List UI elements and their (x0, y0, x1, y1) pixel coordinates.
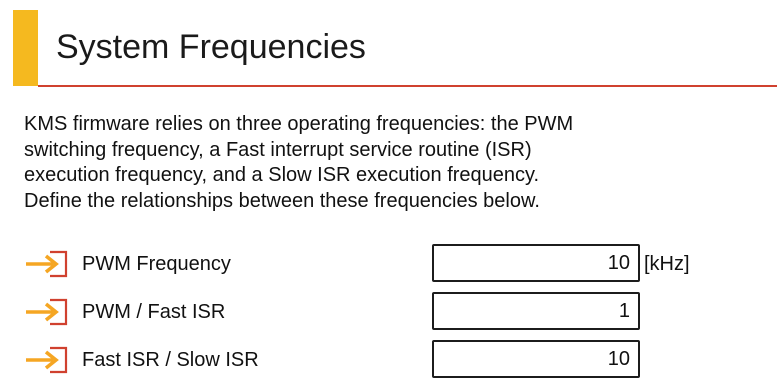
description-line: execution frequency, and a Slow ISR exec… (24, 164, 540, 186)
section-header: System Frequencies (0, 0, 777, 87)
pwm-frequency-input[interactable] (432, 244, 640, 282)
description-line: KMS firmware relies on three operating f… (24, 113, 574, 135)
page-title: System Frequencies (56, 28, 366, 66)
param-row-fast-slow-isr: Fast ISR / Slow ISR (0, 340, 777, 380)
description-text: KMS firmware relies on three operating f… (24, 112, 764, 214)
param-row-pwm-fast-isr: PWM / Fast ISR (0, 292, 777, 332)
param-row-pwm-frequency: PWM Frequency [kHz] (0, 244, 777, 284)
input-arrow-icon (26, 246, 76, 282)
description-line: Define the relationships between these f… (24, 189, 540, 212)
header-divider (38, 85, 777, 87)
description-line: switching frequency, a Fast interrupt se… (24, 138, 532, 161)
param-label: PWM Frequency (82, 253, 231, 275)
header-accent-bar (13, 10, 38, 86)
param-label: PWM / Fast ISR (82, 301, 226, 323)
fast-slow-isr-ratio-input[interactable] (432, 340, 640, 378)
input-arrow-icon (26, 294, 76, 330)
input-arrow-icon (26, 342, 76, 378)
unit-label: [kHz] (644, 253, 690, 275)
pwm-fast-isr-ratio-input[interactable] (432, 292, 640, 330)
param-label: Fast ISR / Slow ISR (82, 349, 259, 371)
